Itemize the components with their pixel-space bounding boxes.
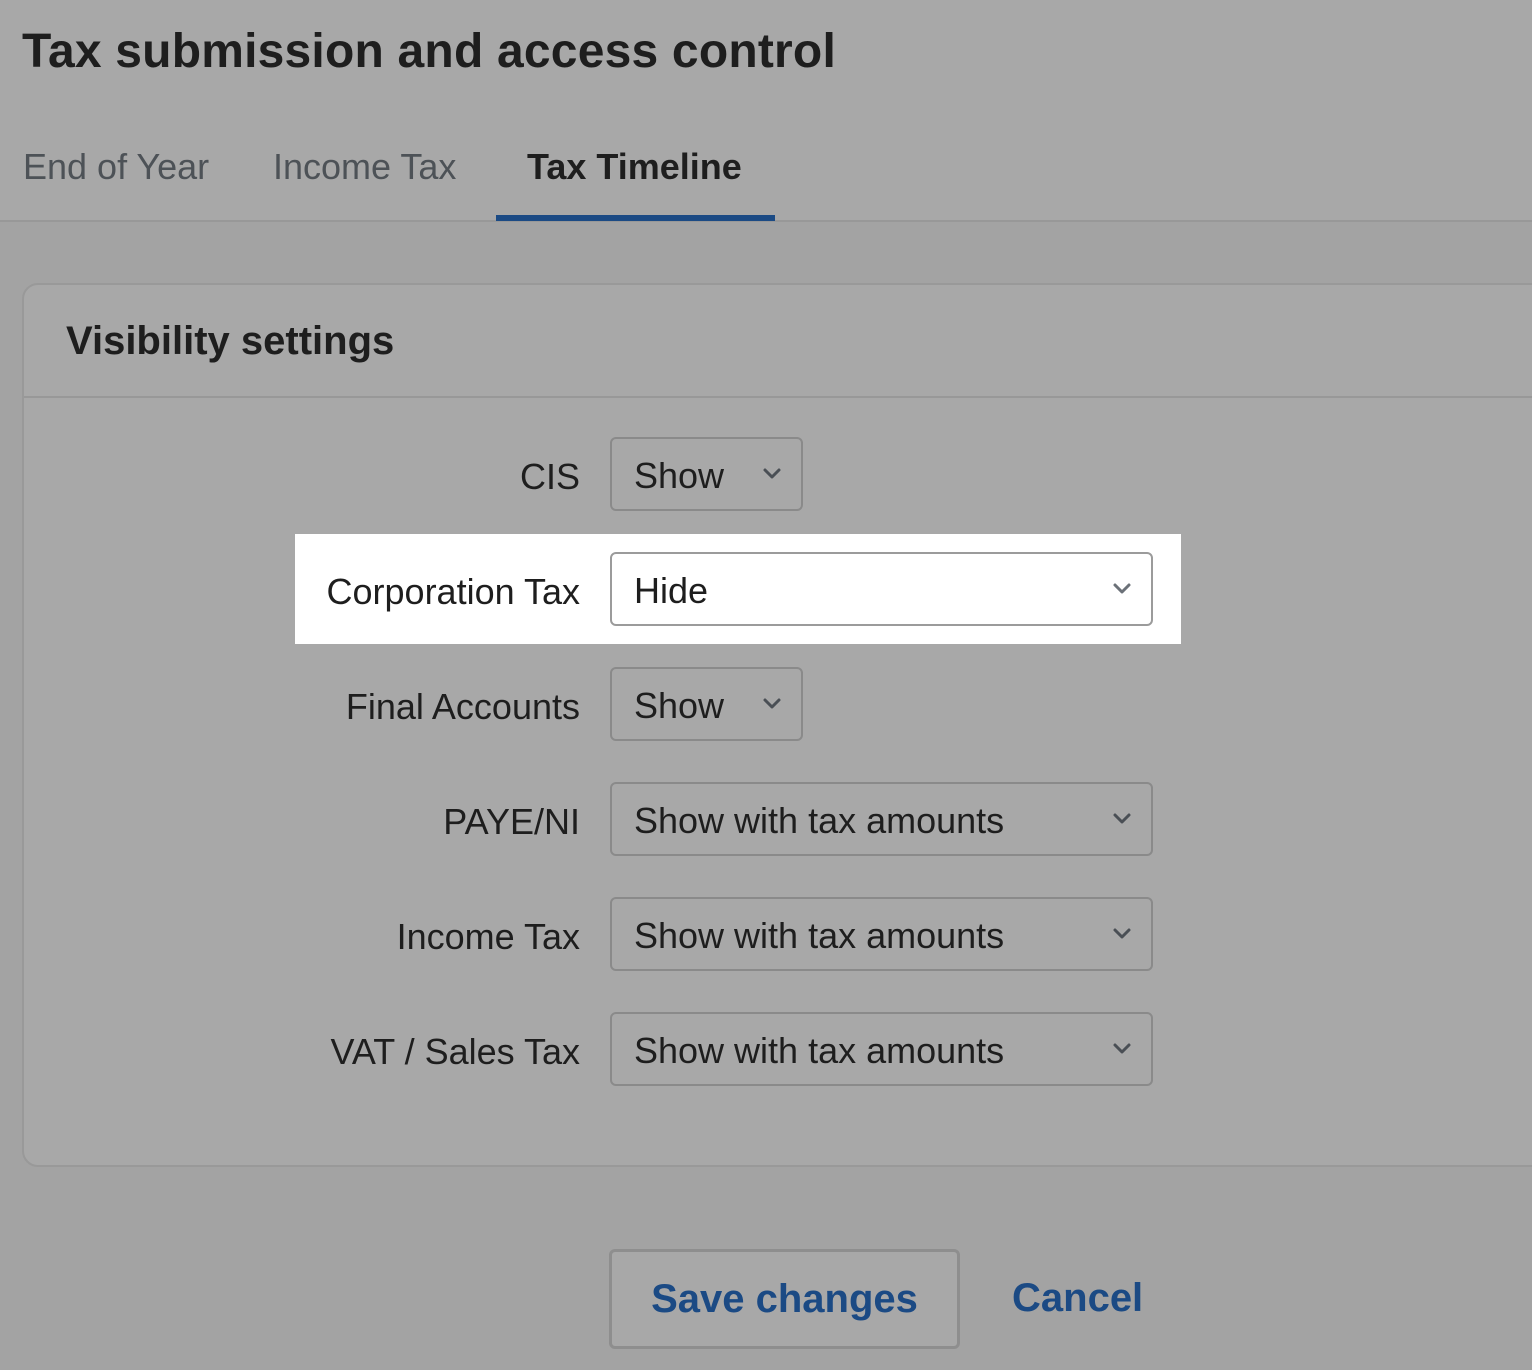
tab-end-of-year[interactable]: End of Year xyxy=(23,146,209,188)
chevron-down-icon xyxy=(1113,928,1131,939)
tab-tax-timeline[interactable]: Tax Timeline xyxy=(527,146,742,188)
chevron-down-icon xyxy=(1113,1043,1131,1054)
active-tab-indicator xyxy=(496,215,775,221)
card-divider xyxy=(24,396,1532,398)
cancel-button[interactable]: Cancel xyxy=(1012,1276,1143,1321)
page-title: Tax submission and access control xyxy=(22,25,836,78)
select-value: Show xyxy=(634,685,725,726)
card-title: Visibility settings xyxy=(66,319,395,363)
select-value: Show with tax amounts xyxy=(634,915,1005,956)
row-label-income-tax: Income Tax xyxy=(396,916,580,957)
page-header: Tax submission and access control End of… xyxy=(0,0,1532,222)
select-value: Show xyxy=(634,455,725,496)
chevron-down-icon xyxy=(1113,583,1131,594)
tab-income-tax[interactable]: Income Tax xyxy=(273,146,456,188)
chevron-down-icon xyxy=(763,698,781,709)
row-label-cis: CIS xyxy=(519,456,580,497)
select-income-tax[interactable]: Show with tax amounts xyxy=(610,897,1153,971)
select-value: Hide xyxy=(634,570,709,611)
select-cis[interactable]: Show xyxy=(610,437,803,511)
select-corporation-tax[interactable]: Hide xyxy=(610,552,1153,626)
row-label-vat-sales-tax: VAT / Sales Tax xyxy=(330,1031,580,1072)
save-changes-button[interactable]: Save changes xyxy=(609,1249,960,1349)
row-label-paye-ni: PAYE/NI xyxy=(443,801,580,842)
select-value: Show with tax amounts xyxy=(634,800,1005,841)
chevron-down-icon xyxy=(763,468,781,479)
chevron-down-icon xyxy=(1113,813,1131,824)
select-vat-sales-tax[interactable]: Show with tax amounts xyxy=(610,1012,1153,1086)
row-label-corporation-tax: Corporation Tax xyxy=(326,571,580,612)
select-paye-ni[interactable]: Show with tax amounts xyxy=(610,782,1153,856)
row-label-final-accounts: Final Accounts xyxy=(345,686,580,727)
select-final-accounts[interactable]: Show xyxy=(610,667,803,741)
select-value: Show with tax amounts xyxy=(634,1030,1005,1071)
